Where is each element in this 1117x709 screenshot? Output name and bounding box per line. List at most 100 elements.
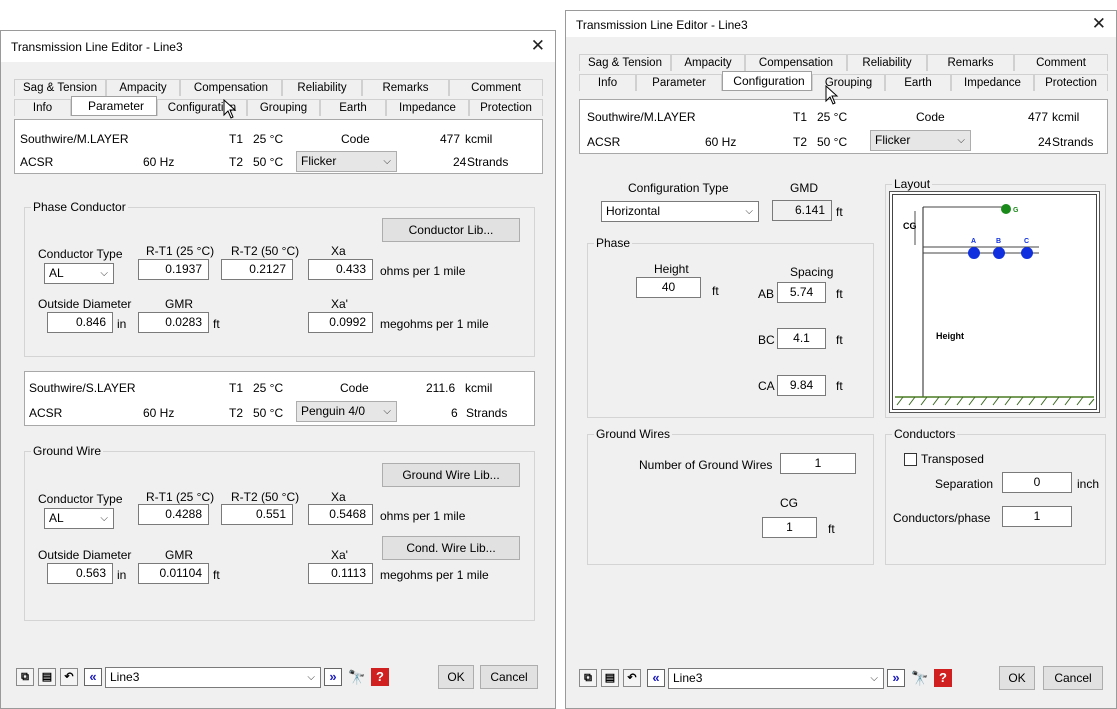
conductors-per-phase-input[interactable]: 1 (1002, 506, 1072, 527)
t1-value: 25 °C (253, 132, 284, 146)
ground-code-select[interactable]: Penguin 4/0 ⌵ (296, 401, 397, 422)
previous-record-icon[interactable]: « (647, 669, 665, 687)
code-select[interactable]: Flicker ⌵ (296, 151, 397, 172)
configuration-type-select[interactable]: Horizontal ⌵ (601, 201, 759, 222)
od-input[interactable]: 0.846 (47, 312, 113, 333)
tab-protection[interactable]: Protection (469, 99, 543, 116)
tab-compensation[interactable]: Compensation (745, 54, 847, 71)
left-title-bar: Transmission Line Editor - Line3 ✕ (1, 31, 555, 62)
ca-spacing-input[interactable]: 9.84 (777, 375, 826, 396)
tab-impedance[interactable]: Impedance (951, 74, 1034, 91)
cg-input[interactable]: 1 (762, 517, 817, 538)
cancel-button[interactable]: Cancel (1043, 666, 1103, 690)
number-of-ground-wires-input[interactable]: 1 (780, 453, 856, 474)
cg-unit: ft (828, 522, 835, 536)
rt2-input[interactable]: 0.2127 (221, 259, 293, 280)
gmd-label: GMD (790, 181, 818, 195)
od-input[interactable]: 0.563 (47, 563, 113, 584)
gmr-input[interactable]: 0.0283 (138, 312, 209, 333)
gmr-input[interactable]: 0.01104 (138, 563, 209, 584)
tab-remarks[interactable]: Remarks (927, 54, 1014, 71)
conductor-lib-button[interactable]: Conductor Lib... (382, 218, 520, 242)
tab-earth[interactable]: Earth (885, 74, 951, 91)
tab-comment[interactable]: Comment (1014, 54, 1108, 71)
phase-conductor-group: Phase Conductor Conductor Lib... Conduct… (24, 200, 535, 357)
tab-grouping[interactable]: Grouping (812, 74, 885, 91)
ab-spacing-input[interactable]: 5.74 (777, 282, 826, 303)
copy-icon[interactable]: ⧉ (16, 668, 34, 686)
gmr-unit: ft (213, 317, 220, 331)
od-label: Outside Diameter (38, 548, 132, 562)
tab-protection[interactable]: Protection (1034, 74, 1108, 91)
help-icon[interactable]: ? (934, 669, 952, 687)
tab-strip: Sag & Tension Ampacity Compensation Reli… (579, 54, 1108, 94)
ground-wires-group: Ground Wires Number of Ground Wires 1 CG… (587, 427, 874, 565)
ground-wire-lib-button[interactable]: Ground Wire Lib... (382, 463, 520, 487)
tab-info[interactable]: Info (14, 99, 71, 116)
ok-button[interactable]: OK (438, 665, 474, 689)
window-title: Transmission Line Editor - Line3 (11, 40, 183, 54)
transposed-checkbox[interactable] (904, 453, 917, 466)
next-record-icon[interactable]: » (887, 669, 905, 687)
tab-info[interactable]: Info (579, 74, 636, 91)
conductor-type-select[interactable]: AL ⌵ (44, 263, 114, 284)
od-label: Outside Diameter (38, 297, 132, 311)
previous-record-icon[interactable]: « (84, 668, 102, 686)
tab-impedance[interactable]: Impedance (386, 99, 469, 116)
ca-unit: ft (836, 379, 843, 393)
paste-icon[interactable]: ▤ (38, 668, 56, 686)
tab-ampacity[interactable]: Ampacity (671, 54, 745, 71)
cg-label: CG (780, 496, 798, 510)
tab-sag-tension[interactable]: Sag & Tension (14, 79, 106, 96)
binoculars-icon[interactable]: 🔭 (911, 669, 928, 687)
separation-input[interactable]: 0 (1002, 472, 1072, 493)
next-record-icon[interactable]: » (324, 668, 342, 686)
undo-icon[interactable]: ↶ (623, 669, 641, 687)
conductor-name: Southwire/M.LAYER (587, 110, 696, 124)
tab-reliability[interactable]: Reliability (282, 79, 362, 96)
code-select-value: Flicker (301, 154, 337, 168)
gmd-input[interactable]: 6.141 (772, 200, 832, 221)
bc-spacing-input[interactable]: 4.1 (777, 328, 826, 349)
rt1-input[interactable]: 0.1937 (138, 259, 209, 280)
t2-label: T2 (229, 155, 244, 169)
close-icon[interactable]: ✕ (531, 36, 545, 56)
xap-input[interactable]: 0.1113 (308, 563, 373, 584)
help-icon[interactable]: ? (371, 668, 389, 686)
megohms-label: megohms per 1 mile (380, 568, 489, 582)
record-select[interactable]: Line3 ⌵ (105, 667, 321, 688)
undo-icon[interactable]: ↶ (60, 668, 78, 686)
xap-input[interactable]: 0.0992 (308, 312, 373, 333)
code-select[interactable]: Flicker ⌵ (870, 130, 971, 151)
tab-comment[interactable]: Comment (449, 79, 543, 96)
cancel-button[interactable]: Cancel (480, 665, 538, 689)
copy-icon[interactable]: ⧉ (579, 669, 597, 687)
xa-input[interactable]: 0.5468 (308, 504, 373, 525)
rt2-input[interactable]: 0.551 (221, 504, 293, 525)
tab-ampacity[interactable]: Ampacity (106, 79, 180, 96)
tab-remarks[interactable]: Remarks (362, 79, 449, 96)
size-unit: kcmil (465, 381, 493, 395)
conductor-type-select-value: AL (49, 266, 64, 280)
tab-parameter[interactable]: Parameter (71, 96, 157, 116)
xa-input[interactable]: 0.433 (308, 259, 373, 280)
tab-parameter[interactable]: Parameter (636, 74, 722, 91)
paste-icon[interactable]: ▤ (601, 669, 619, 687)
height-input[interactable]: 40 (636, 277, 701, 298)
ok-button[interactable]: OK (999, 666, 1035, 690)
tab-reliability[interactable]: Reliability (847, 54, 927, 71)
tab-configuration[interactable]: Configuration (722, 71, 812, 91)
rt1-input[interactable]: 0.4288 (138, 504, 209, 525)
record-select[interactable]: Line3 ⌵ (668, 668, 884, 689)
bc-label: BC (758, 333, 775, 347)
close-icon[interactable]: ✕ (1092, 14, 1106, 34)
tab-sag-tension[interactable]: Sag & Tension (579, 54, 671, 71)
tab-grouping[interactable]: Grouping (247, 99, 320, 116)
ground-type-select[interactable]: AL ⌵ (44, 508, 114, 529)
tab-compensation[interactable]: Compensation (180, 79, 282, 96)
separation-label: Separation (935, 477, 994, 491)
binoculars-icon[interactable]: 🔭 (348, 668, 365, 686)
tab-earth[interactable]: Earth (320, 99, 386, 116)
frequency: 60 Hz (143, 406, 175, 420)
cond-wire-lib-button[interactable]: Cond. Wire Lib... (382, 536, 520, 560)
